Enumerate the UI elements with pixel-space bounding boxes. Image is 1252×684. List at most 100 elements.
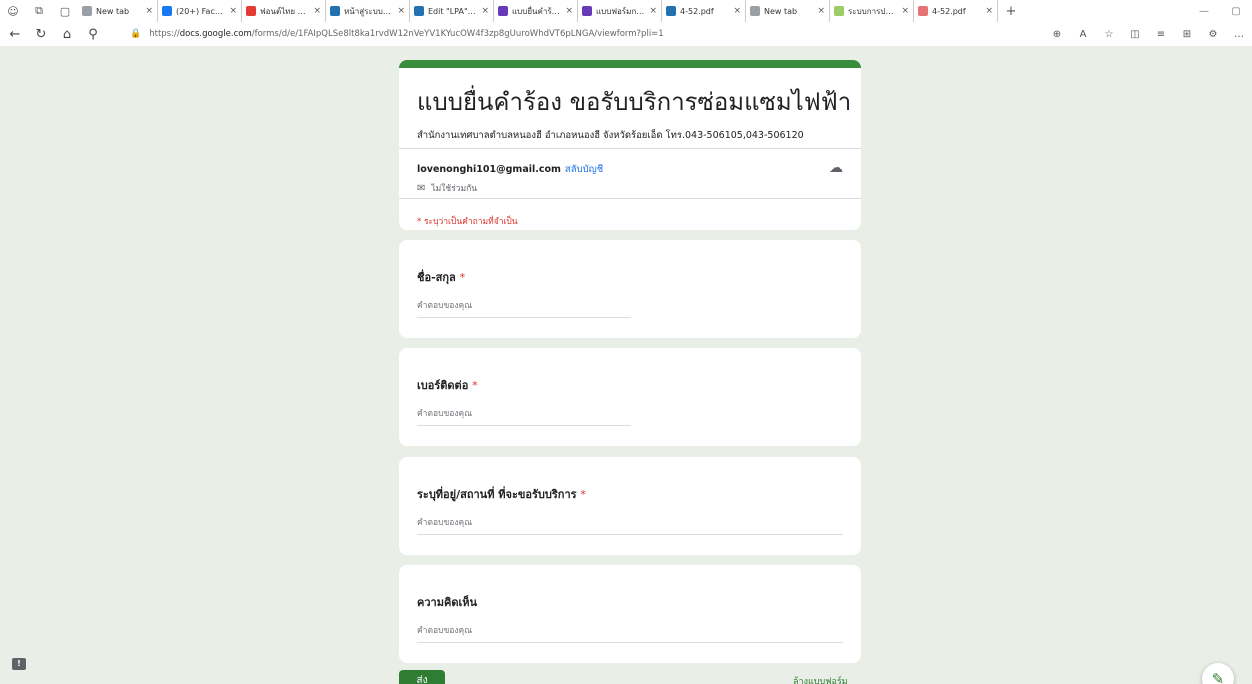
home-icon[interactable]: ⌂ xyxy=(56,22,78,46)
tab-close-icon[interactable]: × xyxy=(397,6,405,16)
profile-icon[interactable]: ☺ xyxy=(0,0,26,22)
browser-tab-strip: ☺ ⧉ ▢ New tab×(20+) Facebook×ฟอนต์ไทย SA… xyxy=(0,0,1252,22)
back-arrow-icon[interactable]: ← xyxy=(4,22,26,46)
tab-close-icon[interactable]: × xyxy=(901,6,909,16)
question-card: เบอร์ติดต่อ * คำตอบของคุณ xyxy=(399,348,861,446)
tab-title: แบบยื่นคำร้อง ขอ xyxy=(512,6,561,16)
form-description: สำนักงานเทศบาลตำบลหนองฮี อำเภอหนองฮี จัง… xyxy=(417,130,804,141)
lock-icon: 🔒 xyxy=(130,29,142,39)
not-shared-label: ไม่ใช้ร่วมกัน xyxy=(431,184,478,194)
workspaces-icon[interactable]: ⧉ xyxy=(26,0,52,22)
address-bar: ← ↻ ⌂ ⚲ 🔒 https://docs.google.com/forms/… xyxy=(0,22,1252,46)
url-prefix: https:// xyxy=(149,29,180,39)
tab-title: 4-52.pdf xyxy=(680,6,714,16)
tab-close-icon[interactable]: × xyxy=(145,6,153,16)
report-abuse-icon[interactable]: ! xyxy=(12,658,26,670)
browser-tab[interactable]: แบบฟอร์มการขอ × xyxy=(578,0,662,22)
tab-title: Edit "LPA" with xyxy=(428,6,477,16)
toolbar-icons: ⊕ A ☆ ◫ ≡ ⊞ ⚙ … xyxy=(1044,22,1252,46)
tab-favicon-icon xyxy=(162,6,172,16)
tab-close-icon[interactable]: × xyxy=(313,6,321,16)
browser-tab[interactable]: 4-52.pdf × xyxy=(662,0,746,22)
browser-tab[interactable]: (20+) Facebook × xyxy=(158,0,242,22)
tab-title: ฟอนต์ไทย SANDEE xyxy=(260,6,309,16)
tab-close-icon[interactable]: × xyxy=(649,6,657,16)
tab-favicon-icon xyxy=(750,6,760,16)
tab-close-icon[interactable]: × xyxy=(985,6,993,16)
browser-tab[interactable]: ฟอนต์ไทย SANDEE × xyxy=(242,0,326,22)
split-screen-icon[interactable]: ◫ xyxy=(1122,29,1148,40)
tab-favicon-icon xyxy=(414,6,424,16)
more-menu-icon[interactable]: … xyxy=(1226,29,1252,40)
tab-title: แบบฟอร์มการขอ xyxy=(596,6,644,16)
question-label: ระบุที่อยู่/สถานที่ ที่จะขอรับบริการ * xyxy=(417,485,586,503)
tab-title: ระบบการประเมิน xyxy=(848,6,897,16)
required-star: * xyxy=(580,488,586,501)
url-path: /forms/d/e/1FAIpQLSe8lt8ka1rvdW12nVeYV1K… xyxy=(251,29,664,39)
browser-tab[interactable]: New tab × xyxy=(78,0,158,22)
tab-close-icon[interactable]: × xyxy=(565,6,573,16)
tab-close-icon[interactable]: × xyxy=(733,6,741,16)
form-title: แบบยื่นคำร้อง ขอรับบริการซ่อมแซมไฟฟ้า xyxy=(417,88,852,116)
tab-favicon-icon xyxy=(246,6,256,16)
tab-favicon-icon xyxy=(498,6,508,16)
cloud-saved-icon: ☁ xyxy=(829,160,843,176)
tab-list: New tab×(20+) Facebook×ฟอนต์ไทย SANDEE×ห… xyxy=(78,0,998,22)
restore-icon[interactable]: ▢ xyxy=(1220,6,1252,17)
minimize-icon[interactable]: — xyxy=(1188,6,1220,17)
answer-input[interactable]: คำตอบของคุณ xyxy=(417,515,843,535)
refresh-icon[interactable]: ↻ xyxy=(30,22,52,46)
question-label-text: ชื่อ-สกุล xyxy=(417,271,456,284)
tab-favicon-icon xyxy=(666,6,676,16)
tab-close-icon[interactable]: × xyxy=(817,6,825,16)
new-tab-button[interactable]: + xyxy=(998,4,1024,19)
browser-tab[interactable]: หน้าสู่ระบบ ‹ เทศบาล × xyxy=(326,0,410,22)
required-star: * xyxy=(459,271,466,284)
clear-form-link[interactable]: ล้างแบบฟอร์ม xyxy=(793,674,848,684)
tab-favicon-icon xyxy=(82,6,92,16)
question-card: ระบุที่อยู่/สถานที่ ที่จะขอรับบริการ * ค… xyxy=(399,457,861,555)
tab-actions-icon[interactable]: ▢ xyxy=(52,0,78,22)
favorite-star-icon[interactable]: ☆ xyxy=(1096,29,1122,40)
tab-close-icon[interactable]: × xyxy=(229,6,237,16)
answer-input[interactable]: คำตอบของคุณ xyxy=(417,298,631,318)
window-controls: — ▢ xyxy=(1188,0,1252,22)
search-icon[interactable]: ⚲ xyxy=(82,22,104,46)
question-label-text: ระบุที่อยู่/สถานที่ ที่จะขอรับบริการ xyxy=(417,488,577,501)
extensions-icon[interactable]: ⚙ xyxy=(1200,29,1226,40)
account-email: lovenonghi101@gmail.com สลับบัญชี xyxy=(417,162,603,177)
form-header-card: แบบยื่นคำร้อง ขอรับบริการซ่อมแซมไฟฟ้า สำ… xyxy=(399,60,861,230)
edit-pencil-icon[interactable]: ✎ xyxy=(1202,663,1234,684)
tab-close-icon[interactable]: × xyxy=(481,6,489,16)
divider xyxy=(399,198,861,199)
question-card: ชื่อ-สกุล * คำตอบของคุณ xyxy=(399,240,861,338)
browser-tab[interactable]: Edit "LPA" with × xyxy=(410,0,494,22)
question-label: เบอร์ติดต่อ * xyxy=(417,376,478,394)
not-shared-row: ✉ ไม่ใช้ร่วมกัน xyxy=(417,181,477,195)
tab-favicon-icon xyxy=(582,6,592,16)
browser-tab[interactable]: ระบบการประเมิน × xyxy=(830,0,914,22)
answer-input[interactable]: คำตอบของคุณ xyxy=(417,406,631,426)
browser-tab[interactable]: New tab × xyxy=(746,0,830,22)
tab-title: New tab xyxy=(764,6,798,16)
answer-input[interactable]: คำตอบของคุณ xyxy=(417,623,843,643)
browser-tab[interactable]: 4-52.pdf × xyxy=(914,0,998,22)
tab-title: (20+) Facebook xyxy=(176,6,225,16)
collections-icon[interactable]: ⊞ xyxy=(1174,29,1200,40)
tab-favicon-icon xyxy=(918,6,928,16)
email-text: lovenonghi101@gmail.com xyxy=(417,164,561,175)
zoom-icon[interactable]: ⊕ xyxy=(1044,29,1070,40)
switch-account-link[interactable]: สลับบัญชี xyxy=(565,164,603,175)
question-card: ความคิดเห็น คำตอบของคุณ xyxy=(399,565,861,663)
read-aloud-icon[interactable]: A xyxy=(1070,29,1096,40)
question-label: ความคิดเห็น xyxy=(417,593,477,611)
url-field[interactable]: 🔒 https://docs.google.com/forms/d/e/1FAI… xyxy=(130,26,1010,42)
divider xyxy=(399,148,861,149)
tab-favicon-icon xyxy=(330,6,340,16)
required-star: * xyxy=(472,379,478,392)
browser-tab[interactable]: แบบยื่นคำร้อง ขอ × xyxy=(494,0,578,22)
submit-button[interactable]: ส่ง xyxy=(399,670,445,684)
tab-favicon-icon xyxy=(834,6,844,16)
tab-title: New tab xyxy=(96,6,130,16)
favorites-list-icon[interactable]: ≡ xyxy=(1148,29,1174,40)
